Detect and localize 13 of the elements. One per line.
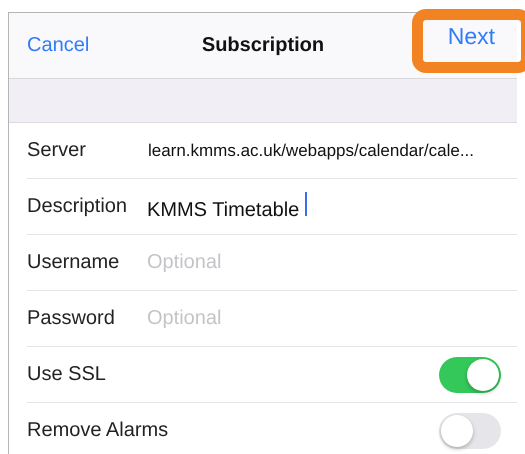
field-label: Username bbox=[27, 251, 120, 274]
input-field[interactable]: KMMS Timetable bbox=[147, 192, 308, 222]
input-field[interactable]: learn.kmms.ac.uk/webapps/calendar/cale... bbox=[148, 140, 474, 160]
toggle-switch[interactable] bbox=[439, 412, 501, 448]
field-label: Server bbox=[27, 139, 87, 162]
field-label: Password bbox=[27, 307, 116, 330]
sheet-title: Subscription bbox=[202, 34, 324, 57]
field-label: Use SSL bbox=[27, 363, 107, 386]
next-button[interactable]: Next bbox=[448, 23, 495, 50]
cancel-button[interactable]: Cancel bbox=[27, 34, 90, 57]
toggle-switch[interactable] bbox=[439, 356, 501, 392]
field-label: Description bbox=[27, 195, 128, 218]
field-label: Remove Alarms bbox=[27, 419, 168, 442]
